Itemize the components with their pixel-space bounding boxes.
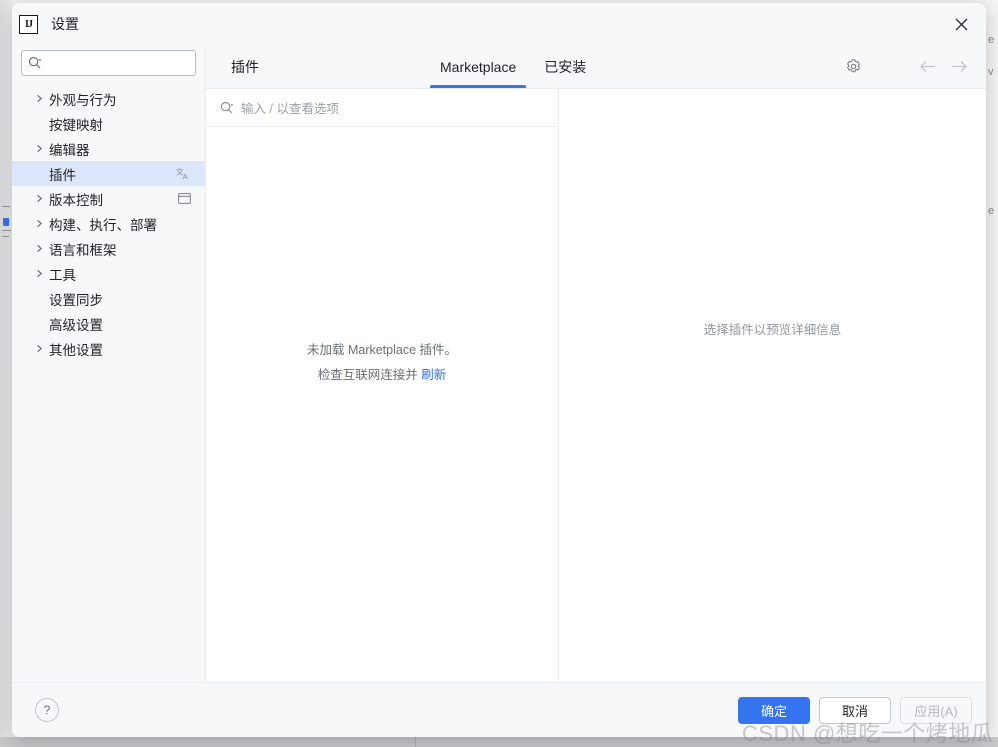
settings-content: 插件 Marketplace 已安装 输入 / 以查看选项 未加载 Market… <box>206 45 986 682</box>
settings-sidebar: 外观与行为按键映射编辑器插件 文 A 版本控制构建、执行、部署 语言和框架工具设置同步高… <box>12 45 206 682</box>
chevron-right-icon[interactable] <box>34 194 44 204</box>
chevron-right-icon[interactable] <box>34 244 44 254</box>
sidebar-item-5[interactable]: 构建、执行、部署 <box>12 211 205 236</box>
svg-text:A: A <box>183 172 188 181</box>
plugin-list-pane: 输入 / 以查看选项 未加载 Marketplace 插件。 检查互联网连接并 … <box>206 89 559 682</box>
backdrop-glyph: e <box>988 205 995 217</box>
tab-label: Marketplace <box>440 58 517 75</box>
chevron-right-icon[interactable] <box>34 269 44 279</box>
backdrop-line <box>2 206 10 207</box>
sidebar-item-label: 插件 <box>49 167 76 183</box>
chevron-right-icon[interactable] <box>34 144 44 154</box>
sidebar-item-1[interactable]: 按键映射 <box>12 111 205 136</box>
intellij-idea-icon: IJ <box>19 14 38 34</box>
sidebar-item-label: 外观与行为 <box>49 92 117 108</box>
backdrop-line <box>2 236 9 237</box>
backdrop-left-strip <box>0 0 12 737</box>
sidebar-item-label: 高级设置 <box>49 317 103 333</box>
sidebar-item-2[interactable]: 编辑器 <box>12 136 205 161</box>
detail-placeholder-text: 选择插件以预览详细信息 <box>703 322 842 337</box>
settings-tree: 外观与行为按键映射编辑器插件 文 A 版本控制构建、执行、部署 语言和框架工具设置同步高… <box>12 84 205 682</box>
backdrop-bottom-bar <box>0 737 998 747</box>
sidebar-item-label: 工具 <box>49 267 76 283</box>
tab-label: 已安装 <box>544 58 587 75</box>
sidebar-item-label: 版本控制 <box>49 192 103 208</box>
sidebar-item-0[interactable]: 外观与行为 <box>12 86 205 111</box>
plugin-tabs: Marketplace 已安装 <box>426 45 600 88</box>
plugin-panes: 输入 / 以查看选项 未加载 Marketplace 插件。 检查互联网连接并 … <box>206 89 986 682</box>
translate-icon[interactable]: 文A <box>176 166 191 181</box>
chevron-right-icon[interactable] <box>34 94 44 104</box>
empty-state-line2: 检查互联网连接并 刷新 <box>318 364 447 383</box>
sidebar-item-4[interactable]: 版本控制 <box>12 186 205 211</box>
sidebar-item-10[interactable]: 其他设置 <box>12 336 205 361</box>
backdrop-bottom-divider <box>415 737 416 747</box>
tab-0[interactable]: Marketplace <box>426 45 530 88</box>
panel-icon[interactable] <box>178 193 191 204</box>
sidebar-item-label: 其他设置 <box>49 342 103 358</box>
arrow-right-icon[interactable] <box>948 56 970 78</box>
backdrop-marker <box>3 218 9 226</box>
footer-actions: 确定 取消 应用(A) <box>738 696 972 724</box>
close-icon[interactable] <box>940 3 982 45</box>
sidebar-item-8[interactable]: 设置同步 <box>12 286 205 311</box>
sidebar-search-input[interactable] <box>46 55 189 71</box>
sidebar-item-9[interactable]: 高级设置 <box>12 311 205 336</box>
chevron-right-icon[interactable] <box>34 219 44 229</box>
sidebar-item-3[interactable]: 插件 文 A <box>12 161 205 186</box>
empty-state-line2-text: 检查互联网连接并 <box>317 367 422 382</box>
chevron-right-icon[interactable] <box>34 344 44 354</box>
backdrop-glyph: v <box>988 66 994 78</box>
sidebar-item-label: 语言和框架 <box>49 242 117 258</box>
refresh-link[interactable]: 刷新 <box>421 368 446 382</box>
dialog-title: 设置 <box>51 16 79 32</box>
sidebar-item-label: 按键映射 <box>49 117 103 133</box>
backdrop-line <box>2 230 11 231</box>
sidebar-item-label: 构建、执行、部署 <box>49 217 157 233</box>
empty-state-line1: 未加载 Marketplace 插件。 <box>306 342 458 357</box>
cancel-button[interactable]: 取消 <box>819 696 891 724</box>
dialog-footer: ? 确定 取消 应用(A) <box>12 682 986 737</box>
arrow-left-icon[interactable] <box>916 56 938 78</box>
marketplace-empty-state: 未加载 Marketplace 插件。 检查互联网连接并 刷新 <box>206 39 558 682</box>
content-header: 插件 Marketplace 已安装 <box>206 45 986 89</box>
dialog-titlebar: IJ 设置 <box>12 3 986 45</box>
nav-arrows <box>916 56 970 78</box>
sidebar-item-6[interactable]: 语言和框架 <box>12 236 205 261</box>
settings-dialog: IJ 设置 外观与行为 按键映射 编辑器 插件文 A 版本控制构建、执行、部署 … <box>12 3 986 737</box>
dialog-body: 外观与行为 按键映射 编辑器 插件文 A 版本控制 构建、执行、部署 语言和框架 工具 设置同步高… <box>12 45 986 682</box>
plugin-detail-pane: 选择插件以预览详细信息 <box>559 89 986 682</box>
backdrop-glyph: e <box>988 34 995 46</box>
gear-icon[interactable] <box>839 52 867 80</box>
tab-1[interactable]: 已安装 <box>530 45 600 88</box>
page-title: 插件 <box>231 58 259 75</box>
screen: e v e IJ 设置 外观与行为 按键映射 编辑器 插件 文 A 版本控制 构… <box>0 0 998 747</box>
help-button[interactable]: ? <box>35 698 59 722</box>
ok-button[interactable]: 确定 <box>738 696 810 724</box>
apply-button: 应用(A) <box>900 696 972 724</box>
sidebar-item-label: 编辑器 <box>49 142 90 158</box>
sidebar-item-label: 设置同步 <box>49 292 103 308</box>
backdrop-right-column <box>986 0 998 737</box>
sidebar-item-7[interactable]: 工具 <box>12 261 205 286</box>
search-icon <box>28 56 42 69</box>
sidebar-search-box[interactable] <box>21 50 196 76</box>
